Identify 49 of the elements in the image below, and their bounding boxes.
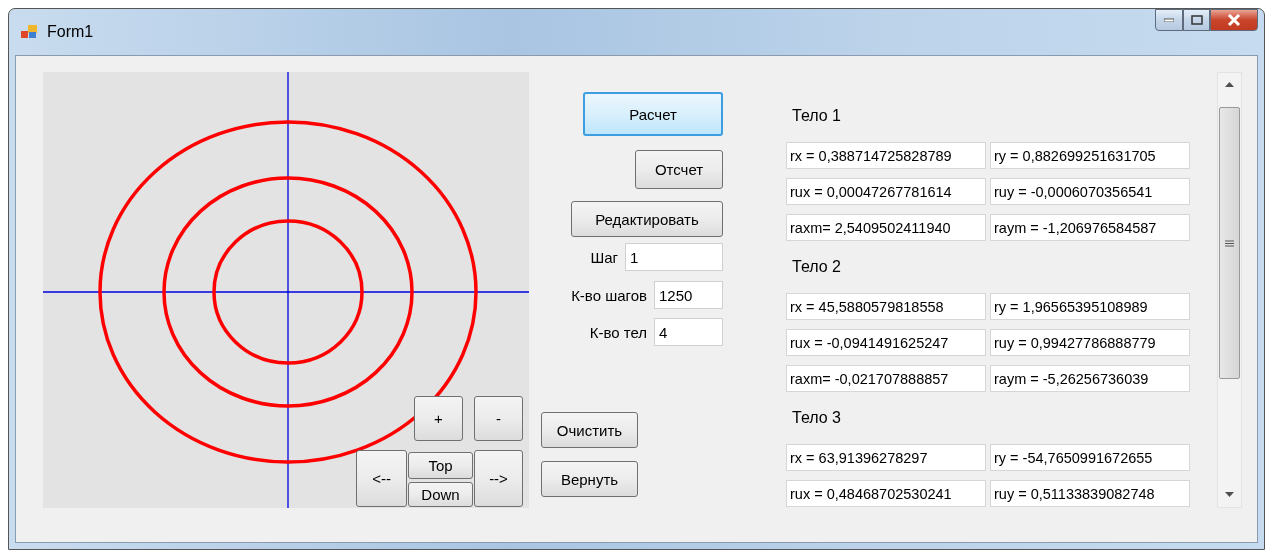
value-field[interactable]: rx = 0,388714725828789 — [786, 142, 986, 169]
value-field[interactable]: ry = 0,882699251631705 — [990, 142, 1190, 169]
scroll-down-icon[interactable] — [1225, 492, 1234, 497]
down-button[interactable]: Down — [408, 482, 473, 507]
zoom-out-button[interactable]: - — [474, 396, 523, 441]
minimize-icon — [1164, 18, 1174, 22]
value-field[interactable]: ruy = -0,0006070356541 — [990, 178, 1190, 205]
up-button[interactable]: Top — [408, 452, 473, 479]
action-button[interactable]: Редактировать — [571, 201, 723, 237]
left-button[interactable]: <-- — [356, 450, 407, 507]
value-field[interactable]: raxm= -0,021707888857 — [786, 365, 986, 392]
field-label: К-во тел — [589, 323, 647, 341]
scrollbar[interactable] — [1217, 72, 1242, 508]
action-button[interactable]: Отсчет — [635, 150, 723, 189]
action-button[interactable]: Очистить — [541, 412, 638, 448]
close-button[interactable] — [1210, 9, 1258, 31]
scroll-up-icon[interactable] — [1225, 82, 1234, 87]
value-field[interactable]: ruy = 0,51133839082748 — [990, 480, 1190, 507]
value-field[interactable]: rux = 0,00047267781614 — [786, 178, 986, 205]
input-field[interactable]: 4 — [654, 318, 723, 346]
value-field[interactable]: rx = 45,5880579818558 — [786, 293, 986, 320]
maximize-icon — [1190, 15, 1203, 25]
value-field[interactable]: rx = 63,91396278297 — [786, 444, 986, 471]
value-field[interactable]: rux = 0,48468702530241 — [786, 480, 986, 507]
window-title: Form1 — [47, 23, 95, 41]
maximize-button[interactable] — [1183, 9, 1210, 31]
input-field[interactable]: 1 — [625, 243, 723, 271]
value-field[interactable]: ry = 1,96565395108989 — [990, 293, 1190, 320]
field-label: К-во шагов — [571, 286, 647, 304]
grip-icon — [1225, 239, 1234, 247]
value-field[interactable]: raxm= 2,5409502411940 — [786, 214, 986, 241]
body-label: Тело 1 — [792, 106, 842, 126]
value-field[interactable]: ruy = 0,99427786888779 — [990, 329, 1190, 356]
right-button[interactable]: --> — [474, 450, 523, 507]
value-field[interactable]: raym = -5,26256736039 — [990, 365, 1190, 392]
value-field[interactable]: ry = -54,7650991672655 — [990, 444, 1190, 471]
action-button[interactable]: Вернуть — [541, 461, 638, 497]
minimize-button[interactable] — [1155, 9, 1183, 31]
app-icon — [21, 25, 37, 39]
input-field[interactable]: 1250 — [654, 281, 723, 309]
value-field[interactable]: raym = -1,206976584587 — [990, 214, 1190, 241]
value-field[interactable]: rux = -0,0941491625247 — [786, 329, 986, 356]
zoom-in-button[interactable]: + — [414, 396, 463, 441]
scroll-thumb[interactable] — [1219, 107, 1240, 379]
body-label: Тело 3 — [792, 408, 842, 428]
field-label: Шаг — [590, 248, 618, 266]
body-label: Тело 2 — [792, 257, 842, 277]
action-button[interactable]: Расчет — [583, 92, 723, 136]
close-icon — [1227, 14, 1241, 26]
